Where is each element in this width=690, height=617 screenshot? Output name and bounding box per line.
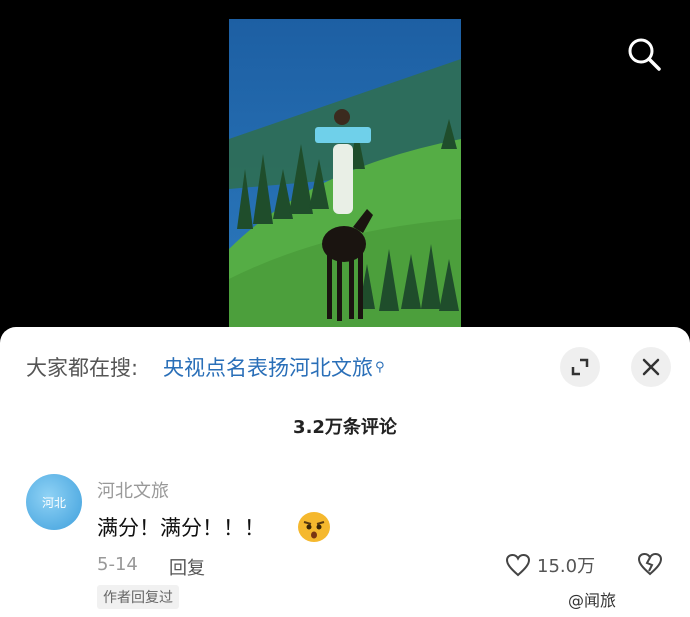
broken-heart-icon bbox=[637, 552, 663, 576]
close-icon bbox=[642, 358, 660, 376]
mountain-scene bbox=[229, 19, 461, 330]
hot-search-label: 大家都在搜: bbox=[26, 356, 139, 380]
watermark: @闻旅 bbox=[568, 591, 617, 610]
comment-text: 满分！满分！！！ bbox=[97, 516, 265, 540]
author-replied-badge: 作者回复过 bbox=[97, 585, 179, 609]
expand-icon bbox=[571, 358, 589, 376]
like-button[interactable]: 15.0万 bbox=[505, 552, 595, 578]
hot-search-link[interactable]: 央视点名表扬河北文旅 ⚲ bbox=[163, 354, 385, 382]
shocked-emoji-icon bbox=[298, 512, 330, 542]
search-small-icon: ⚲ bbox=[375, 360, 385, 375]
dislike-button[interactable] bbox=[636, 551, 664, 581]
close-button[interactable] bbox=[631, 347, 671, 387]
comment-date: 5-14 bbox=[97, 554, 138, 575]
video-thumbnail[interactable] bbox=[229, 19, 461, 330]
comment-count-title: 3.2万条评论 bbox=[293, 417, 397, 438]
video-area[interactable] bbox=[0, 0, 690, 330]
comment-author[interactable]: 河北文旅 bbox=[97, 477, 169, 503]
search-icon bbox=[628, 38, 661, 71]
expand-button[interactable] bbox=[560, 347, 600, 387]
avatar[interactable]: 河北 bbox=[26, 474, 82, 530]
like-count: 15.0万 bbox=[537, 556, 596, 577]
avatar-text: 河北 bbox=[41, 495, 66, 510]
hot-search-query: 央视点名表扬河北文旅 bbox=[163, 356, 373, 380]
search-button[interactable] bbox=[624, 34, 664, 74]
reply-button[interactable]: 回复 bbox=[169, 554, 205, 580]
heart-icon bbox=[505, 553, 531, 577]
